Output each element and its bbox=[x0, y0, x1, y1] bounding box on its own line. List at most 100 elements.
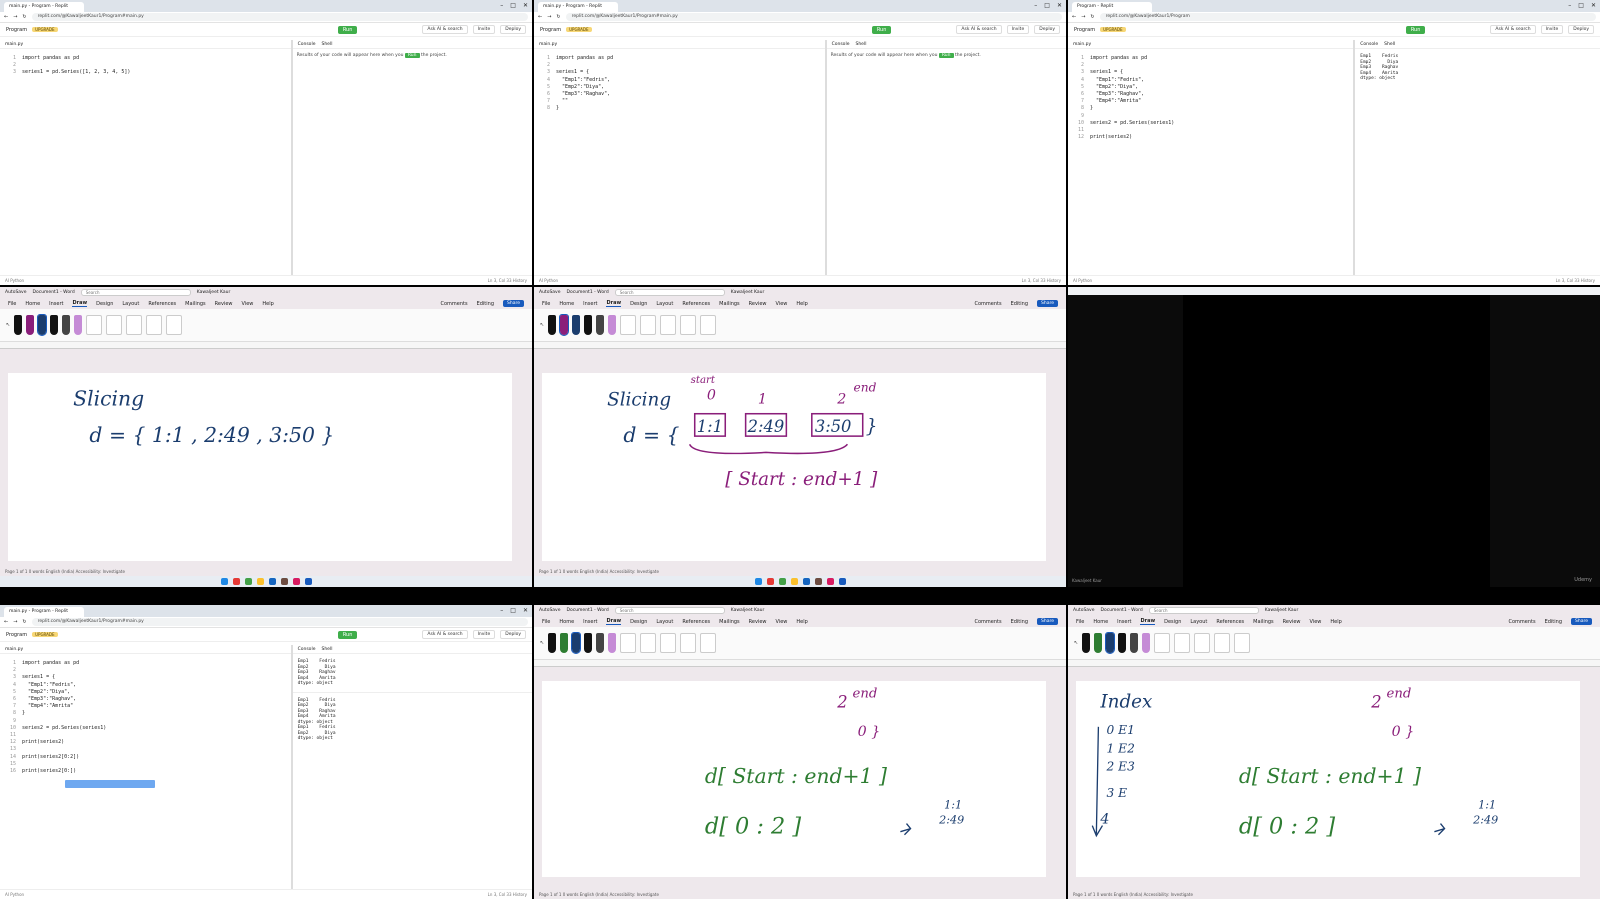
upgrade-badge[interactable]: UPGRADE bbox=[32, 632, 58, 637]
code-line[interactable]: 9 bbox=[4, 718, 291, 725]
code-line[interactable]: 1 import pandas as pd bbox=[1072, 55, 1353, 62]
menu-references[interactable]: References bbox=[682, 619, 710, 625]
search-box[interactable]: Search bbox=[1148, 607, 1259, 614]
pen-purple[interactable] bbox=[559, 314, 570, 336]
menu-file[interactable]: File bbox=[542, 301, 550, 307]
code-text[interactable]: import pandas as pd bbox=[22, 660, 79, 666]
code-line[interactable]: 11 bbox=[4, 732, 291, 739]
invite-button[interactable]: Invite bbox=[472, 630, 496, 639]
menu-help[interactable]: Help bbox=[796, 301, 807, 307]
autosave-toggle[interactable]: AutoSave bbox=[1073, 608, 1095, 613]
menu-insert[interactable]: Insert bbox=[49, 301, 63, 307]
ink-to-shape-button[interactable] bbox=[660, 633, 677, 653]
code-lines[interactable]: 1 import pandas as pd 2 3 series1 = pd.Serie… bbox=[0, 49, 291, 77]
code-text[interactable]: "Emp2":"Diya", bbox=[22, 689, 70, 695]
run-button[interactable]: Run bbox=[337, 25, 358, 34]
code-line[interactable]: 5 "Emp2":"Diya", bbox=[4, 689, 291, 696]
browser-tab[interactable]: main.py - Program - Replit bbox=[4, 607, 84, 617]
code-text[interactable]: "Emp3":"Raghav", bbox=[1090, 91, 1144, 97]
editing-button[interactable]: Editing bbox=[1545, 619, 1562, 625]
pen-blue[interactable] bbox=[1105, 632, 1116, 654]
ink-to-shape-button[interactable] bbox=[126, 315, 143, 335]
pen-gray[interactable] bbox=[596, 315, 605, 335]
code-editor[interactable]: main.py 1 import pandas as pd 2 3 series1 = … bbox=[534, 40, 827, 275]
code-line[interactable]: 2 bbox=[538, 62, 825, 69]
editing-button[interactable]: Editing bbox=[477, 301, 494, 307]
code-line[interactable]: 3 series1 = { bbox=[1072, 69, 1353, 76]
shell-tab[interactable]: Shell bbox=[855, 42, 866, 47]
window-controls[interactable]: – □ ✕ bbox=[500, 2, 528, 9]
console-tab[interactable]: Console bbox=[298, 42, 316, 47]
menu-draw[interactable]: Draw bbox=[606, 618, 622, 625]
pen-green[interactable] bbox=[560, 633, 569, 653]
code-line[interactable]: 3 series1 = { bbox=[4, 674, 291, 681]
editing-button[interactable]: Editing bbox=[1011, 619, 1028, 625]
menu-references[interactable]: References bbox=[1216, 619, 1244, 625]
search-box[interactable]: Search bbox=[80, 289, 191, 296]
menu-help[interactable]: Help bbox=[262, 301, 273, 307]
menu-help[interactable]: Help bbox=[796, 619, 807, 625]
ink-replay-button[interactable] bbox=[680, 315, 697, 335]
reload-icon[interactable]: ↻ bbox=[22, 14, 26, 20]
menu-mailings[interactable]: Mailings bbox=[185, 301, 206, 307]
editing-button[interactable]: Editing bbox=[1011, 301, 1028, 307]
help-button[interactable] bbox=[1234, 633, 1251, 653]
menu-insert[interactable]: Insert bbox=[583, 619, 597, 625]
browser-tab[interactable]: main.py - Program - Replit bbox=[538, 2, 618, 12]
code-line[interactable]: 9 bbox=[1072, 113, 1353, 120]
pen-black[interactable] bbox=[1082, 633, 1091, 653]
code-line[interactable]: 11 bbox=[1072, 127, 1353, 134]
code-text[interactable]: import pandas as pd bbox=[1090, 55, 1147, 61]
menu-design[interactable]: Design bbox=[630, 619, 647, 625]
upgrade-badge[interactable]: UPGRADE bbox=[1100, 27, 1126, 32]
code-line[interactable]: 15 bbox=[4, 761, 291, 768]
app-name[interactable]: Program bbox=[6, 27, 27, 33]
code-text[interactable]: } bbox=[1090, 105, 1093, 111]
code-line[interactable]: 2 bbox=[4, 667, 291, 674]
menu-view[interactable]: View bbox=[242, 301, 254, 307]
pen-blue[interactable] bbox=[37, 314, 48, 336]
code-line[interactable]: 2 bbox=[1072, 62, 1353, 69]
pen-black-2[interactable] bbox=[584, 633, 593, 653]
code-text[interactable]: print(series2[0:2]) bbox=[22, 754, 79, 760]
code-line[interactable]: 7 "Emp4":"Amrita" bbox=[4, 703, 291, 710]
menu-design[interactable]: Design bbox=[630, 301, 647, 307]
menu-view[interactable]: View bbox=[776, 619, 788, 625]
code-text[interactable]: print(series2) bbox=[22, 739, 64, 745]
pen-blue[interactable] bbox=[572, 315, 581, 335]
app-name[interactable]: Program bbox=[540, 27, 561, 33]
code-text[interactable]: series2 = pd.Series(series1) bbox=[1090, 120, 1174, 126]
drawing-canvas[interactable]: 2 end 0 } d[ Start : end+1 ] d[ 0 : 2 ] … bbox=[542, 681, 1046, 877]
menu-layout[interactable]: Layout bbox=[656, 301, 673, 307]
highlighter[interactable] bbox=[608, 633, 617, 653]
deploy-button[interactable]: Deploy bbox=[500, 630, 526, 639]
code-line[interactable]: 8} bbox=[4, 710, 291, 717]
code-text[interactable]: series1 = pd.Series([1, 2, 3, 4, 5]) bbox=[22, 69, 130, 75]
select-icon[interactable]: ↖ bbox=[6, 322, 10, 328]
help-button[interactable] bbox=[700, 633, 717, 653]
select-icon[interactable]: ↖ bbox=[540, 640, 544, 646]
ink-replay-button[interactable] bbox=[1214, 633, 1231, 653]
menu-insert[interactable]: Insert bbox=[1117, 619, 1131, 625]
pen-black-2[interactable] bbox=[50, 315, 59, 335]
search-box[interactable]: Search bbox=[614, 289, 725, 296]
pen-green[interactable] bbox=[1094, 633, 1103, 653]
menu-references[interactable]: References bbox=[682, 301, 710, 307]
code-line[interactable]: 1 import pandas as pd bbox=[4, 55, 291, 62]
shell-tab[interactable]: Shell bbox=[321, 42, 332, 47]
ink-to-shape-button[interactable] bbox=[1194, 633, 1211, 653]
menu-home[interactable]: Home bbox=[25, 301, 40, 307]
code-line[interactable]: 4 "Emp1":"Fedris", bbox=[1072, 77, 1353, 84]
autocomplete-popup[interactable] bbox=[65, 780, 155, 788]
code-text[interactable]: "Emp1":"Fedris", bbox=[1090, 77, 1144, 83]
search-box[interactable]: Search bbox=[614, 607, 725, 614]
ask-ai-button[interactable]: Ask AI & search bbox=[956, 25, 1002, 34]
menu-view[interactable]: View bbox=[1310, 619, 1322, 625]
code-text[interactable]: import pandas as pd bbox=[556, 55, 613, 61]
code-text[interactable]: "Emp1":"Fedris", bbox=[22, 682, 76, 688]
menu-design[interactable]: Design bbox=[1164, 619, 1181, 625]
ruler-button[interactable] bbox=[640, 633, 657, 653]
code-line[interactable]: 4 "Emp1":"Fedris", bbox=[538, 77, 825, 84]
autosave-toggle[interactable]: AutoSave bbox=[539, 608, 561, 613]
share-button[interactable]: Share bbox=[1037, 300, 1058, 307]
